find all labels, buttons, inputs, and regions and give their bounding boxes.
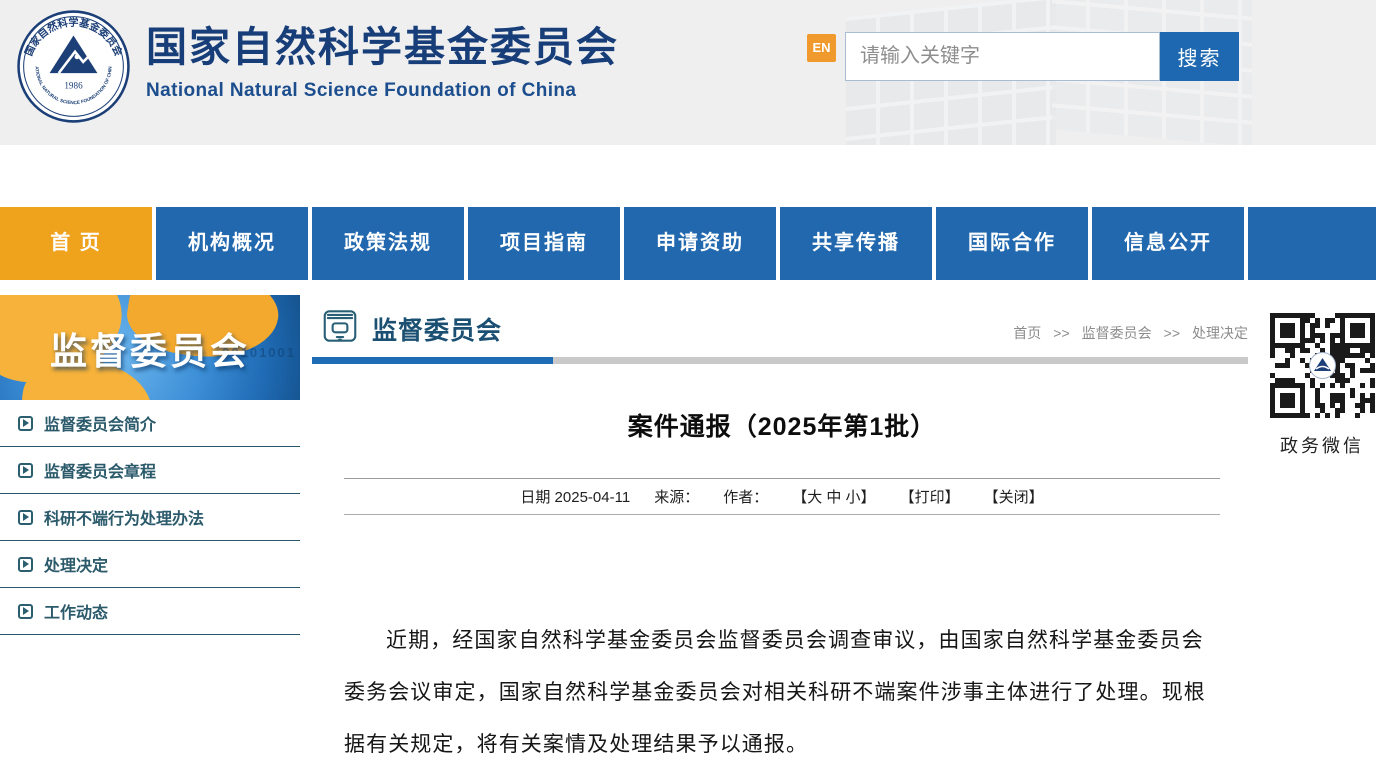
- sidebar-menu: 监督委员会简介 监督委员会章程 科研不端行为处理办法 处理决定 工作动态: [0, 400, 300, 635]
- site-header: 国家自然科学基金委员会 1986 NATIONAL NATURAL SCIENC…: [0, 0, 1376, 145]
- nav-filler: [1248, 207, 1376, 280]
- close-button[interactable]: 【关闭】: [984, 486, 1044, 507]
- arrow-right-icon: [18, 557, 33, 572]
- qr-code-label: 政务微信: [1268, 432, 1376, 458]
- breadcrumb-committee[interactable]: 监督委员会: [1082, 323, 1152, 343]
- page: 国家自然科学基金委员会 1986 NATIONAL NATURAL SCIENC…: [0, 0, 1376, 760]
- article-meta: 日期 2025-04-11 来源： 作者： 【大 中 小】 【打印】 【关闭】: [344, 478, 1220, 515]
- breadcrumb-home[interactable]: 首页: [1013, 323, 1041, 343]
- sidebar-banner: 00101001 监督委员会: [0, 295, 300, 400]
- nav-item-guides[interactable]: 项目指南: [468, 207, 620, 280]
- sidebar-item-committee-intro[interactable]: 监督委员会简介: [0, 400, 300, 447]
- section-title: 监督委员会: [372, 311, 502, 347]
- article: 案件通报（2025年第1批） 日期 2025-04-11 来源： 作者： 【大 …: [344, 385, 1220, 760]
- arrow-right-icon: [18, 604, 33, 619]
- nav-item-international[interactable]: 国际合作: [936, 207, 1088, 280]
- arrow-right-icon: [18, 463, 33, 478]
- article-author: 作者：: [723, 486, 768, 507]
- article-source: 来源：: [654, 486, 699, 507]
- site-subtitle: National Natural Science Foundation of C…: [146, 80, 619, 102]
- main-nav: 首 页 机构概况 政策法规 项目指南 申请资助 共享传播 国际合作 信息公开: [0, 207, 1376, 280]
- nsfc-seal-logo[interactable]: 国家自然科学基金委员会 1986 NATIONAL NATURAL SCIENC…: [16, 9, 131, 124]
- breadcrumb-decisions[interactable]: 处理决定: [1192, 323, 1248, 343]
- breadcrumb-separator: >>: [1053, 325, 1069, 341]
- sidebar-item-decisions[interactable]: 处理决定: [0, 541, 300, 588]
- main-content: 监督委员会 首页 >> 监督委员会 >> 处理决定 案件通报（2025年第1批）…: [312, 295, 1248, 357]
- seal-year: 1986: [64, 80, 83, 90]
- search-button[interactable]: 搜索: [1160, 32, 1239, 81]
- sidebar-item-work-news[interactable]: 工作动态: [0, 588, 300, 635]
- breadcrumb: 首页 >> 监督委员会 >> 处理决定: [1013, 323, 1248, 343]
- nav-item-info-disclosure[interactable]: 信息公开: [1092, 207, 1244, 280]
- search-input[interactable]: [845, 32, 1160, 81]
- breadcrumb-separator: >>: [1164, 325, 1180, 341]
- qr-code: [1270, 313, 1375, 418]
- sidebar-banner-title: 监督委员会: [50, 321, 250, 375]
- sidebar-item-committee-charter[interactable]: 监督委员会章程: [0, 447, 300, 494]
- nav-item-sharing[interactable]: 共享传播: [780, 207, 932, 280]
- arrow-right-icon: [18, 510, 33, 525]
- wechat-qr-block: 政务微信: [1268, 313, 1376, 458]
- site-brand: 国家自然科学基金委员会 National Natural Science Fou…: [146, 24, 619, 102]
- book-icon: [320, 306, 360, 346]
- section-header: 监督委员会 首页 >> 监督委员会 >> 处理决定: [312, 295, 1248, 357]
- nav-item-home[interactable]: 首 页: [0, 207, 152, 280]
- english-version-button[interactable]: EN: [807, 34, 836, 62]
- sidebar: 00101001 监督委员会 监督委员会简介 监督委员会章程 科研不端行为处理办…: [0, 295, 300, 635]
- site-title: 国家自然科学基金委员会: [146, 24, 619, 71]
- article-title: 案件通报（2025年第1批）: [344, 407, 1220, 443]
- nav-item-policies[interactable]: 政策法规: [312, 207, 464, 280]
- font-size-control[interactable]: 【大 中 小】: [792, 486, 875, 507]
- arrow-right-icon: [18, 416, 33, 431]
- article-paragraph: 近期，经国家自然科学基金委员会监督委员会调查审议，由国家自然科学基金委员会委务会…: [344, 615, 1214, 760]
- print-button[interactable]: 【打印】: [900, 486, 960, 507]
- nav-item-organization[interactable]: 机构概况: [156, 207, 308, 280]
- sidebar-item-misconduct-measures[interactable]: 科研不端行为处理办法: [0, 494, 300, 541]
- section-underline: [312, 357, 1248, 364]
- nav-item-funding[interactable]: 申请资助: [624, 207, 776, 280]
- article-date: 日期 2025-04-11: [520, 486, 630, 507]
